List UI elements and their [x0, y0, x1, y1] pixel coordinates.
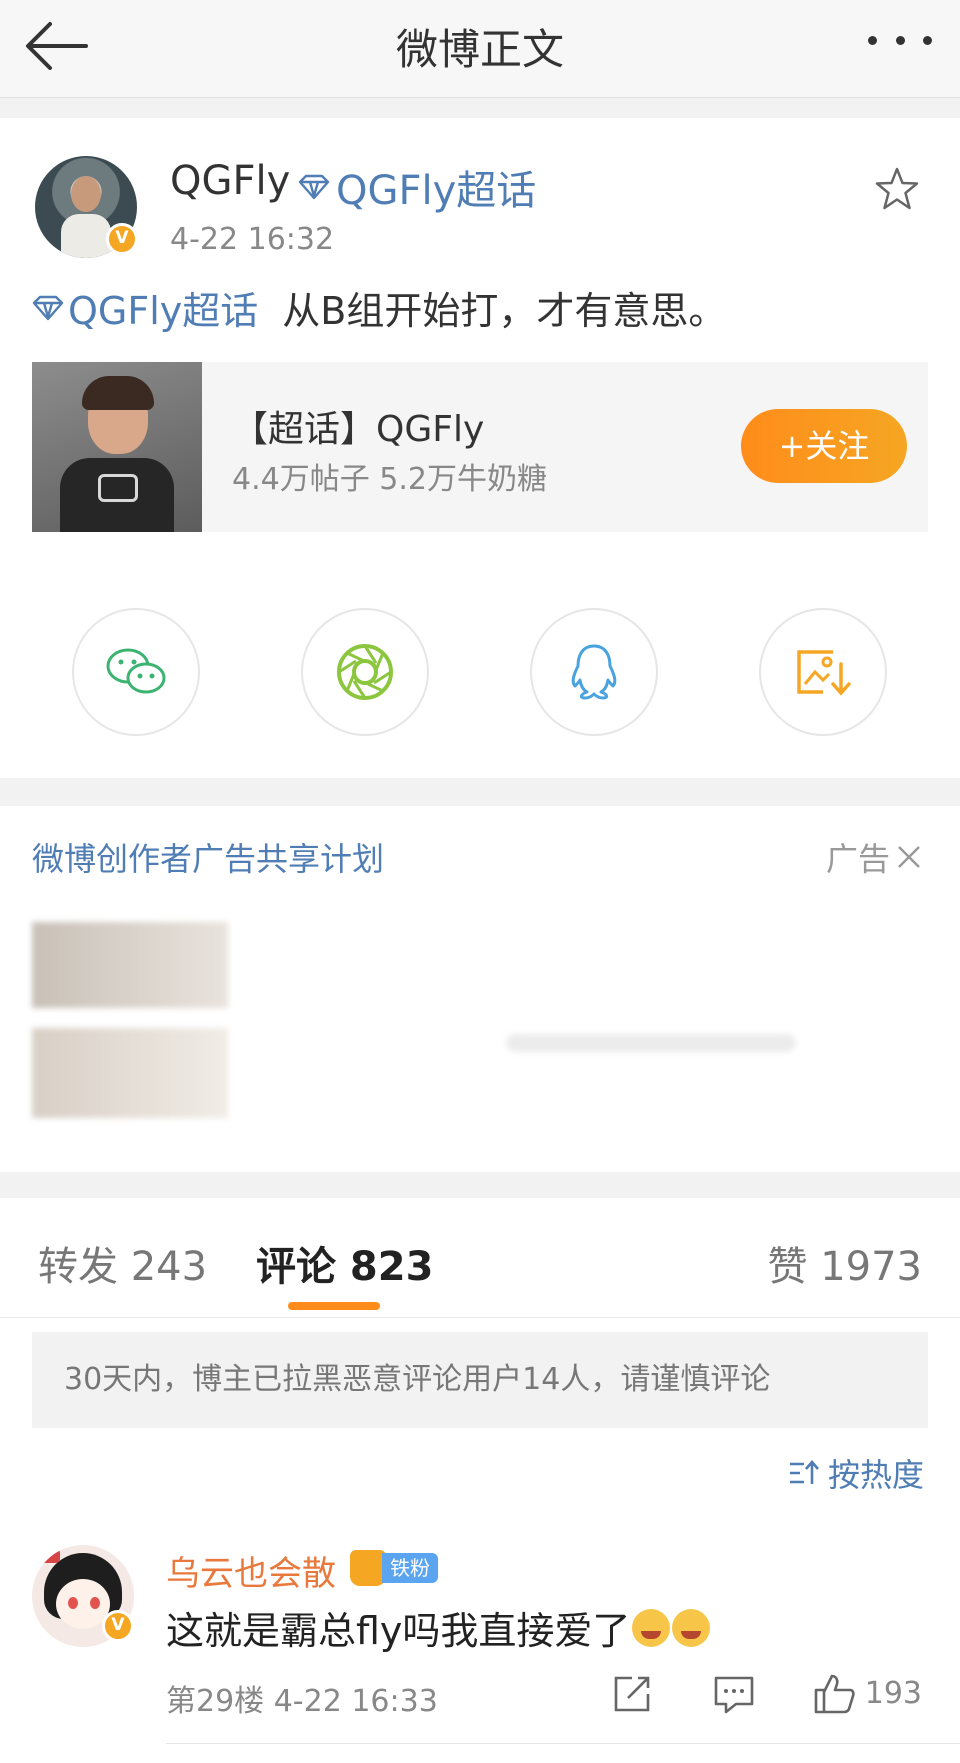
- reply-comment-icon[interactable]: [712, 1672, 756, 1716]
- comment-divider: [166, 1743, 960, 1744]
- repost-icon[interactable]: [610, 1672, 654, 1716]
- qq-icon: [571, 644, 617, 700]
- supertopic-link-label: QGFly超话: [336, 168, 537, 214]
- like-count: 193: [864, 1676, 922, 1711]
- sort-icon: [789, 1460, 819, 1484]
- fan-badge[interactable]: 铁粉: [350, 1550, 438, 1586]
- diamond-icon: [32, 295, 64, 320]
- post-topic-label: QGFly超话: [68, 289, 259, 333]
- share-row: [0, 608, 960, 738]
- supertopic-card[interactable]: 【超话】QGFly 4.4万帖子 5.2万牛奶糖 +关注: [32, 362, 928, 532]
- post-timestamp: 4-22 16:32: [170, 222, 335, 257]
- ad-label-close[interactable]: 广告: [826, 834, 922, 880]
- save-image-button[interactable]: [759, 608, 887, 736]
- save-image-icon: [797, 650, 851, 696]
- more-options-icon[interactable]: [868, 30, 932, 50]
- tab-comments[interactable]: 评论 823: [256, 1234, 433, 1292]
- post-card: V QGFly QGFly超话 4-22 16:32 QGFly超话 从B组开始…: [0, 118, 960, 778]
- block-notice: 30天内，博主已拉黑恶意评论用户14人，请谨慎评论: [32, 1332, 928, 1428]
- sort-label: 按热度: [827, 1456, 924, 1494]
- supertopic-thumbnail: [32, 362, 202, 532]
- sort-toggle[interactable]: 按热度: [788, 1450, 924, 1496]
- crown-icon: [350, 1550, 386, 1586]
- verified-badge-icon: V: [106, 223, 138, 255]
- close-icon[interactable]: [896, 844, 922, 870]
- ad-image-redacted: [32, 1028, 228, 1118]
- top-navigation-bar: 微博正文: [0, 0, 960, 98]
- supertopic-link[interactable]: QGFly超话: [298, 158, 536, 216]
- post-topic-link[interactable]: QGFly超话: [32, 280, 258, 335]
- comments-section: 转发 243 评论 823 赞 1973 30天内，博主已拉黑恶意评论用户14人…: [0, 1198, 960, 1763]
- commenter-name[interactable]: 乌云也会散: [166, 1546, 336, 1595]
- favorite-star-icon[interactable]: [874, 166, 920, 212]
- verified-badge-icon: V: [102, 1610, 134, 1642]
- like-thumb-icon[interactable]: [812, 1672, 856, 1716]
- engagement-tabs: 转发 243 评论 823 赞 1973: [0, 1198, 960, 1318]
- ad-program-title[interactable]: 微博创作者广告共享计划: [32, 834, 384, 880]
- ad-label: 广告: [825, 840, 890, 878]
- tab-repost[interactable]: 转发 243: [38, 1234, 207, 1292]
- share-wechat-button[interactable]: [72, 608, 200, 736]
- share-moments-button[interactable]: [301, 608, 429, 736]
- wechat-icon: [106, 648, 166, 694]
- post-content: QGFly超话 从B组开始打，才有意思。: [32, 280, 726, 335]
- ad-image-redacted: [32, 922, 228, 1008]
- share-qq-button[interactable]: [530, 608, 658, 736]
- ad-card: 微博创作者广告共享计划 广告: [0, 806, 960, 1172]
- grin-emoji-icon: [672, 1608, 711, 1647]
- post-text: 从B组开始打，才有意思。: [282, 289, 727, 333]
- moments-icon: [337, 644, 393, 700]
- fan-badge-label: 铁粉: [382, 1553, 438, 1583]
- comment-actions: 193: [0, 1666, 960, 1722]
- grin-emoji-icon: [632, 1608, 671, 1647]
- comment-body: 这就是霸总fly吗我直接爱了: [166, 1609, 631, 1653]
- comment-text: 这就是霸总fly吗我直接爱了: [166, 1600, 711, 1655]
- author-name[interactable]: QGFly: [170, 158, 290, 204]
- supertopic-title: 【超话】QGFly: [232, 409, 485, 450]
- page-title: 微博正文: [395, 25, 564, 74]
- supertopic-stats: 4.4万帖子 5.2万牛奶糖: [232, 462, 547, 497]
- follow-button[interactable]: +关注: [741, 409, 907, 483]
- tab-likes[interactable]: 赞 1973: [767, 1234, 922, 1292]
- ad-text-redacted: [506, 1034, 796, 1052]
- active-tab-indicator: [288, 1302, 380, 1310]
- diamond-icon: [298, 174, 330, 200]
